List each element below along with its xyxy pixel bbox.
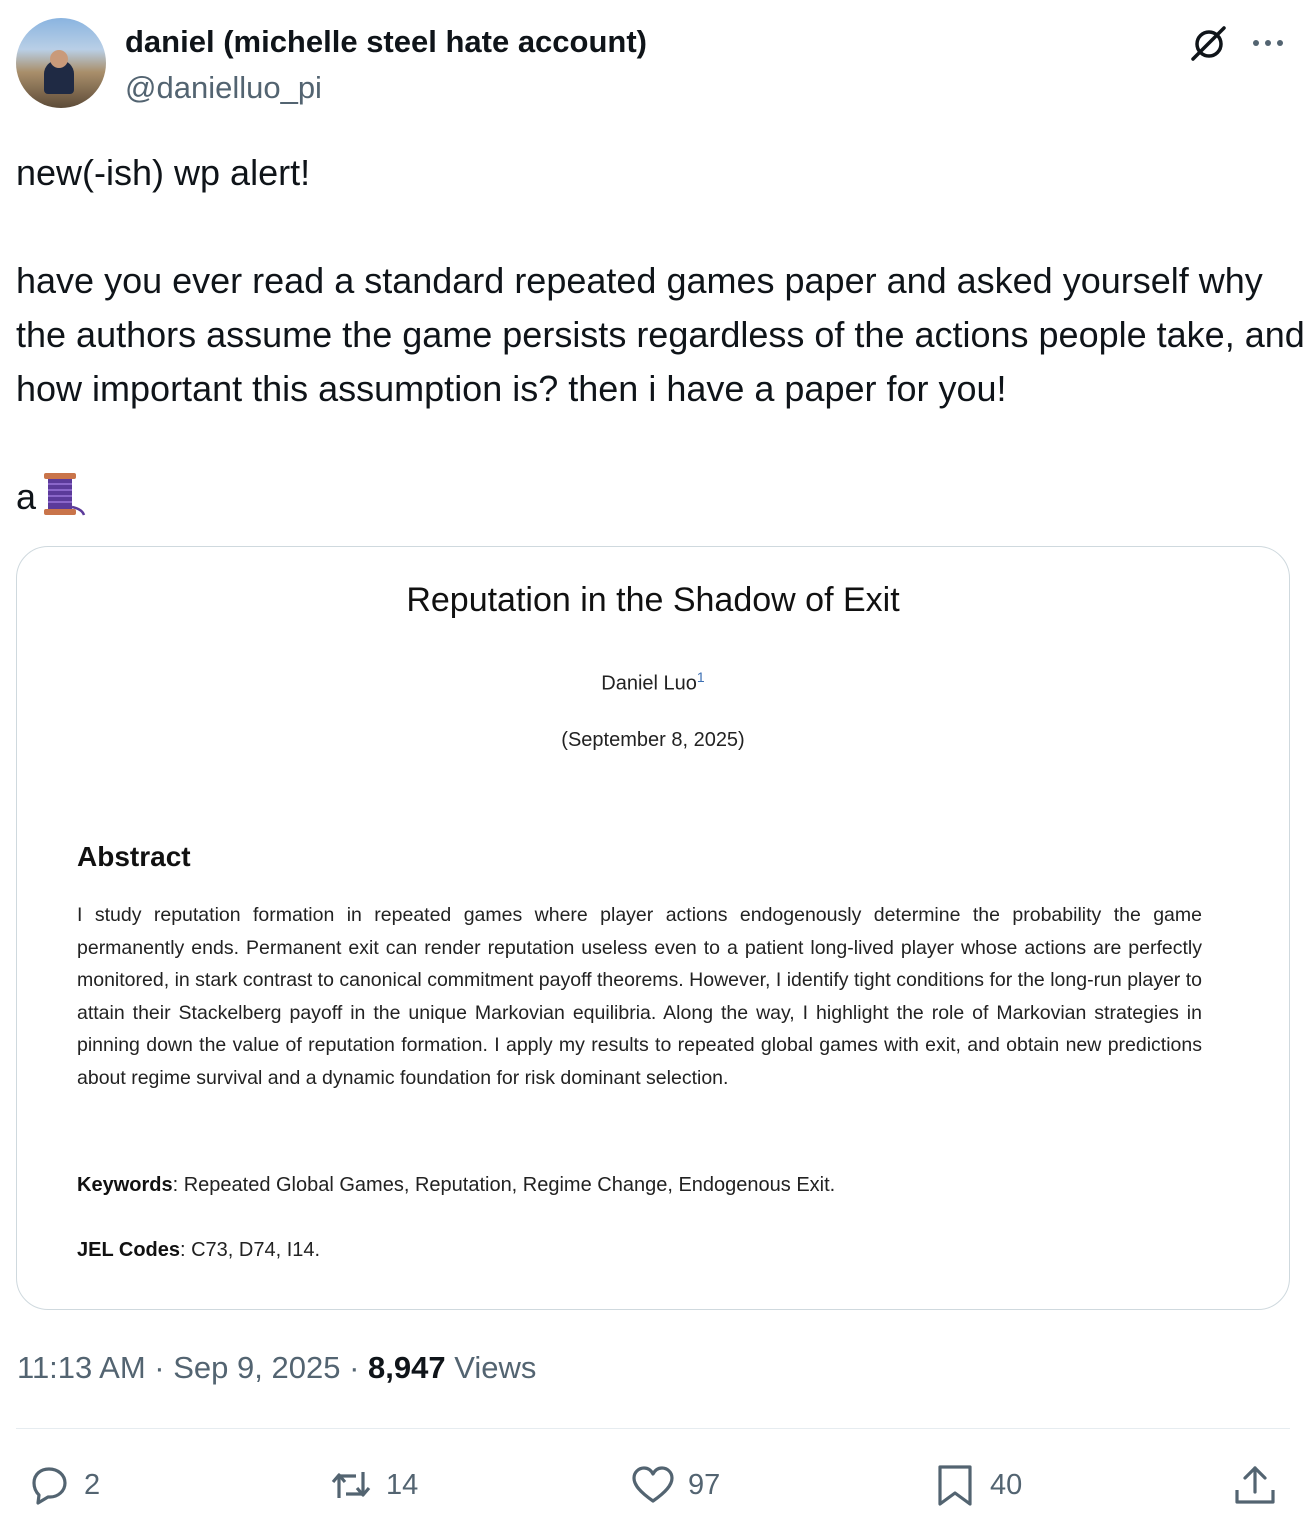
like-button[interactable]: 97: [630, 1460, 720, 1510]
tweet-time[interactable]: 11:13 AM: [17, 1350, 146, 1385]
keywords-value: : Repeated Global Games, Reputation, Reg…: [172, 1174, 836, 1196]
divider: [16, 1428, 1290, 1429]
reply-button[interactable]: 2: [26, 1460, 100, 1510]
avatar[interactable]: [16, 18, 106, 108]
views-count: 8,947: [368, 1350, 446, 1385]
author-display-name[interactable]: daniel (michelle steel hate account): [125, 24, 647, 60]
tweet-body: new(-ish) wp alert! have you ever read a…: [16, 152, 1305, 517]
bookmark-button[interactable]: 40: [932, 1460, 1022, 1510]
share-button[interactable]: [1232, 1460, 1290, 1510]
retweet-icon: [331, 1472, 371, 1498]
abstract-text: I study reputation formation in repeated…: [77, 904, 1202, 1089]
retweet-button[interactable]: 14: [328, 1460, 418, 1510]
more-options-icon[interactable]: [1250, 30, 1286, 56]
grok-icon[interactable]: [1188, 24, 1228, 64]
retweet-count: 14: [386, 1468, 419, 1501]
meta-separator: ·: [340, 1350, 369, 1385]
meta-separator: ·: [145, 1350, 174, 1385]
paper-image-card[interactable]: Reputation in the Shadow of Exit Daniel …: [16, 546, 1290, 1310]
jel-value: : C73, D74, I14.: [180, 1239, 321, 1261]
bookmark-icon: [938, 1465, 972, 1506]
paper-title: Reputation in the Shadow of Exit: [406, 581, 900, 619]
abstract-heading: Abstract: [77, 841, 191, 872]
paper-author-footnote: 1: [696, 669, 705, 685]
keywords: Keywords: Repeated Global Games, Reputat…: [77, 1174, 835, 1197]
author-handle[interactable]: @danielluo_pi: [125, 70, 322, 106]
like-count: 97: [688, 1468, 721, 1501]
avatar-face-shape: [50, 50, 68, 68]
paper-date: (September 8, 2025): [561, 729, 745, 751]
tweet-date[interactable]: Sep 9, 2025: [173, 1350, 340, 1385]
bookmark-count: 40: [990, 1468, 1023, 1501]
reply-icon: [32, 1467, 67, 1505]
keywords-label: Keywords: [77, 1174, 173, 1196]
paper-author-name: Daniel Luo: [601, 672, 697, 695]
thread-spool-icon: [44, 473, 86, 516]
paper-author: Daniel Luo1: [17, 669, 1289, 696]
tweet-text: new(-ish) wp alert! have you ever read a…: [16, 146, 1306, 524]
reply-count: 2: [84, 1468, 101, 1501]
jel-codes: JEL Codes: C73, D74, I14.: [77, 1239, 320, 1262]
views-label: Views: [445, 1350, 537, 1385]
share-icon: [1235, 1466, 1275, 1504]
heart-icon: [632, 1466, 674, 1503]
tweet-meta: 11:13 AM · Sep 9, 2025 · 8,947 Views: [17, 1350, 536, 1386]
jel-label: JEL Codes: [77, 1239, 180, 1261]
